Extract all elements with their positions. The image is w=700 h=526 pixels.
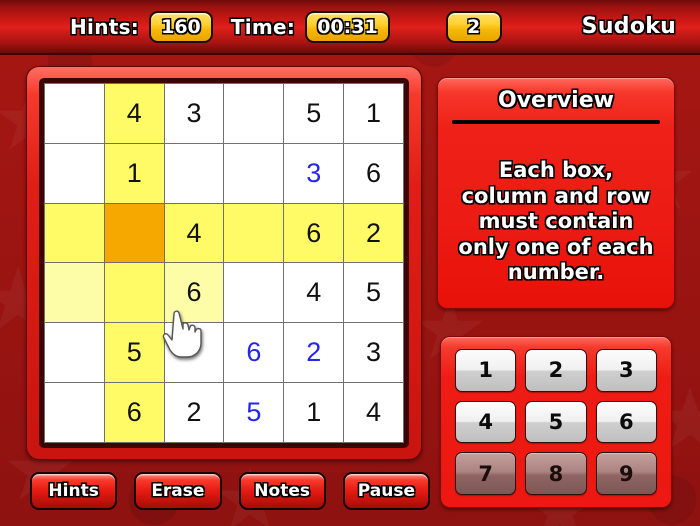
- overview-body-text: Each box, column and row must contain on…: [458, 158, 654, 285]
- numpad-button-5[interactable]: 5: [525, 400, 587, 444]
- game-title: Sudoku: [581, 14, 677, 39]
- sudoku-cell-r3c1[interactable]: [45, 203, 104, 263]
- pause-button[interactable]: Pause: [342, 472, 430, 510]
- numpad-button-2[interactable]: 2: [525, 349, 587, 392]
- numpad-button-1[interactable]: 1: [455, 349, 517, 392]
- sudoku-cell-r1c2[interactable]: 4: [104, 84, 164, 143]
- overview-divider: [452, 120, 660, 124]
- sudoku-cell-r6c5[interactable]: 1: [284, 383, 344, 442]
- sudoku-cell-r2c3[interactable]: [164, 143, 224, 203]
- sudoku-cell-r2c5[interactable]: 3: [284, 143, 344, 203]
- overview-title: Overview: [498, 88, 614, 113]
- sudoku-cell-r4c2[interactable]: [104, 263, 164, 323]
- hints-button[interactable]: Hints: [30, 472, 118, 510]
- numpad-button-7: 7: [455, 452, 517, 495]
- level-badge: 2: [445, 10, 502, 43]
- level-value: 2: [467, 15, 481, 38]
- top-status-bar: Hints: 160 Time: 00:31 2 Sudoku: [0, 0, 700, 55]
- hints-value: 160: [161, 15, 201, 38]
- sudoku-cell-r2c1[interactable]: [45, 143, 104, 203]
- sudoku-cell-r4c4[interactable]: [224, 263, 284, 323]
- numpad-button-9: 9: [595, 452, 657, 495]
- sudoku-cell-r2c4[interactable]: [224, 143, 284, 203]
- numpad-button-8: 8: [525, 452, 587, 495]
- time-label: Time:: [230, 14, 296, 39]
- sudoku-cell-r6c3[interactable]: 2: [164, 383, 224, 442]
- sudoku-board-frame: 4351136462645562362514: [26, 66, 422, 460]
- sudoku-cell-r1c6[interactable]: 1: [344, 84, 403, 143]
- sudoku-cell-r5c2[interactable]: 5: [104, 323, 164, 383]
- sudoku-cell-r5c3[interactable]: [164, 323, 224, 383]
- sudoku-cell-r1c3[interactable]: 3: [164, 84, 224, 143]
- sudoku-cell-r4c5[interactable]: 4: [284, 263, 344, 323]
- sudoku-cell-r6c4[interactable]: 5: [224, 383, 284, 442]
- sudoku-board-inner: 4351136462645562362514: [39, 78, 409, 448]
- sudoku-cell-r1c5[interactable]: 5: [284, 84, 344, 143]
- sudoku-cell-r3c5[interactable]: 6: [284, 203, 344, 263]
- number-pad[interactable]: 123 456 789: [440, 336, 672, 508]
- action-button-bar: Hints Erase Notes Pause: [30, 472, 430, 510]
- hints-value-badge: 160: [149, 10, 213, 43]
- overview-panel: Overview Each box, column and row must c…: [437, 77, 675, 309]
- sudoku-cell-r5c4[interactable]: 6: [224, 323, 284, 383]
- sudoku-cell-r6c2[interactable]: 6: [104, 383, 164, 442]
- numpad-button-4[interactable]: 4: [455, 400, 517, 444]
- sudoku-cell-r1c4[interactable]: [224, 84, 284, 143]
- numpad-button-6[interactable]: 6: [595, 400, 657, 444]
- sudoku-cell-r5c5[interactable]: 2: [284, 323, 344, 383]
- sudoku-cell-r4c6[interactable]: 5: [344, 263, 403, 323]
- sudoku-cell-r4c3[interactable]: 6: [164, 263, 224, 323]
- sudoku-cell-r5c1[interactable]: [45, 323, 104, 383]
- time-value: 00:31: [317, 15, 378, 38]
- sudoku-cell-r3c2[interactable]: [104, 203, 164, 263]
- sudoku-grid[interactable]: 4351136462645562362514: [44, 83, 404, 443]
- sudoku-cell-r1c1[interactable]: [45, 84, 104, 143]
- sudoku-cell-r4c1[interactable]: [45, 263, 104, 323]
- sudoku-cell-r3c6[interactable]: 2: [344, 203, 403, 263]
- numpad-button-3[interactable]: 3: [595, 349, 657, 392]
- sudoku-cell-r5c6[interactable]: 3: [344, 323, 403, 383]
- sudoku-cell-r2c6[interactable]: 6: [344, 143, 403, 203]
- erase-button[interactable]: Erase: [134, 472, 222, 510]
- hints-label: Hints:: [70, 14, 140, 39]
- notes-button[interactable]: Notes: [238, 472, 326, 510]
- sudoku-cell-r2c2[interactable]: 1: [104, 143, 164, 203]
- sudoku-cell-r6c6[interactable]: 4: [344, 383, 403, 442]
- sudoku-cell-r6c1[interactable]: [45, 383, 104, 442]
- time-value-badge: 00:31: [305, 10, 390, 43]
- sudoku-cell-r3c4[interactable]: [224, 203, 284, 263]
- sudoku-cell-r3c3[interactable]: 4: [164, 203, 224, 263]
